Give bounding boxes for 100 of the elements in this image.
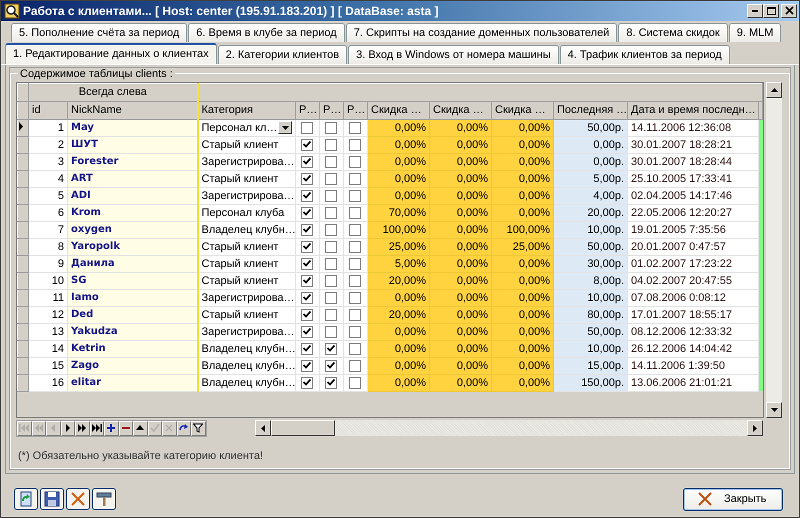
- checkbox[interactable]: [301, 308, 314, 321]
- scroll-right-button[interactable]: [746, 420, 762, 436]
- maximize-button[interactable]: [763, 4, 779, 18]
- checkbox[interactable]: [349, 360, 362, 372]
- checkbox[interactable]: [325, 190, 338, 202]
- tab[interactable]: 6. Время в клубе за период: [188, 23, 345, 42]
- checkbox[interactable]: [325, 258, 338, 270]
- table-cell: Зарегистрирова…: [198, 153, 296, 170]
- checkbox[interactable]: [349, 206, 362, 219]
- checkbox[interactable]: [349, 138, 362, 151]
- scroll-left-button[interactable]: [254, 420, 270, 436]
- checkbox[interactable]: [301, 122, 314, 134]
- close-button[interactable]: [781, 4, 797, 18]
- checkbox[interactable]: [349, 240, 362, 253]
- checkbox[interactable]: [325, 360, 338, 372]
- table-cell: 01.02.2007 17:23:22: [628, 255, 759, 272]
- checkbox[interactable]: [349, 172, 362, 185]
- scroll-thumb[interactable]: [270, 420, 334, 436]
- checkbox[interactable]: [325, 156, 338, 168]
- refresh-button[interactable]: [14, 488, 38, 510]
- checkbox[interactable]: [325, 274, 338, 287]
- navigator-button[interactable]: [75, 420, 90, 436]
- column-header[interactable]: Р…: [296, 101, 320, 120]
- checkbox[interactable]: [301, 206, 314, 219]
- column-header[interactable]: Скидка …: [492, 101, 554, 120]
- navigator-button[interactable]: [90, 420, 104, 436]
- checkbox[interactable]: [301, 258, 314, 270]
- column-header[interactable]: Скидка …: [430, 101, 492, 120]
- checkbox[interactable]: [325, 342, 338, 355]
- checkbox[interactable]: [301, 292, 314, 304]
- navigator-button[interactable]: [104, 420, 118, 436]
- checkbox[interactable]: [349, 122, 362, 134]
- checkbox[interactable]: [301, 342, 314, 355]
- column-header[interactable]: Дата и время последн…: [628, 101, 759, 120]
- tab[interactable]: 7. Скрипты на создание доменных пользователей: [346, 23, 618, 42]
- save-button[interactable]: [40, 488, 64, 510]
- checkbox[interactable]: [349, 156, 362, 168]
- navigator-button[interactable]: [133, 420, 148, 436]
- column-header[interactable]: Последняя …: [554, 101, 628, 120]
- navigator-button[interactable]: [191, 420, 206, 436]
- checkbox[interactable]: [301, 190, 314, 202]
- checkbox[interactable]: [301, 360, 314, 372]
- column-header[interactable]: NickName: [68, 101, 198, 120]
- horizontal-scrollbar[interactable]: [254, 420, 762, 436]
- checkbox[interactable]: [349, 326, 362, 338]
- tab[interactable]: 2. Категории клиентов: [218, 44, 348, 64]
- tab[interactable]: 8. Система скидок: [618, 23, 728, 42]
- delete-button[interactable]: [66, 488, 90, 510]
- checkbox[interactable]: [349, 292, 362, 304]
- checkbox[interactable]: [349, 190, 362, 202]
- table-cell: 0,00%: [430, 221, 492, 238]
- column-header[interactable]: Р…: [344, 101, 368, 120]
- tools-button[interactable]: [92, 488, 116, 510]
- checkbox[interactable]: [325, 138, 338, 151]
- checkbox[interactable]: [349, 224, 362, 236]
- tab[interactable]: 3. Вход в Windows от номера машины: [348, 44, 559, 64]
- tab[interactable]: 4. Трафик клиентов за период: [560, 44, 730, 64]
- checkbox[interactable]: [349, 308, 362, 321]
- tab[interactable]: 1. Редактирование данных о клиентах: [5, 42, 217, 64]
- checkbox[interactable]: [301, 274, 314, 287]
- close-dialog-button[interactable]: Закрыть: [683, 488, 783, 511]
- checkbox[interactable]: [325, 224, 338, 236]
- checkbox[interactable]: [301, 240, 314, 253]
- table-cell: SG: [68, 272, 198, 290]
- scroll-down-button[interactable]: [766, 402, 782, 418]
- checkbox[interactable]: [325, 240, 338, 253]
- checkbox[interactable]: [325, 122, 338, 134]
- checkbox[interactable]: [325, 308, 338, 321]
- checkbox[interactable]: [301, 376, 314, 389]
- minimize-button[interactable]: [747, 4, 763, 18]
- checkbox[interactable]: [301, 138, 314, 151]
- checkbox[interactable]: [325, 206, 338, 219]
- column-header[interactable]: Р…: [320, 101, 344, 120]
- checkbox[interactable]: [325, 376, 338, 389]
- checkbox[interactable]: [349, 274, 362, 287]
- checkbox[interactable]: [301, 172, 314, 185]
- column-header[interactable]: Категория: [198, 101, 296, 120]
- cross-icon: [164, 423, 174, 434]
- checkbox[interactable]: [301, 224, 314, 236]
- checkbox[interactable]: [325, 326, 338, 338]
- tab[interactable]: 5. Пополнение счёта за период: [11, 23, 188, 42]
- navigator-button[interactable]: [118, 420, 133, 436]
- column-header[interactable]: id: [28, 101, 68, 120]
- table-cell: 10: [28, 272, 68, 290]
- checkbox[interactable]: [301, 326, 314, 338]
- checkbox[interactable]: [325, 292, 338, 304]
- checkbox[interactable]: [325, 172, 338, 185]
- table-cell: 14.11.2006 1:39:50: [628, 357, 759, 374]
- scroll-up-button[interactable]: [766, 82, 782, 98]
- dropdown-button[interactable]: [278, 121, 292, 134]
- column-header[interactable]: Скидка …: [368, 101, 430, 120]
- checkbox[interactable]: [301, 156, 314, 168]
- table-cell: 0,00%: [430, 255, 492, 272]
- checkbox[interactable]: [349, 258, 362, 270]
- checkbox[interactable]: [349, 376, 362, 389]
- checkbox[interactable]: [349, 342, 362, 355]
- navigator-button[interactable]: [60, 420, 75, 436]
- navigator-button[interactable]: [176, 420, 191, 436]
- vertical-scrollbar[interactable]: [766, 82, 782, 418]
- tab[interactable]: 9. MLM: [728, 23, 782, 42]
